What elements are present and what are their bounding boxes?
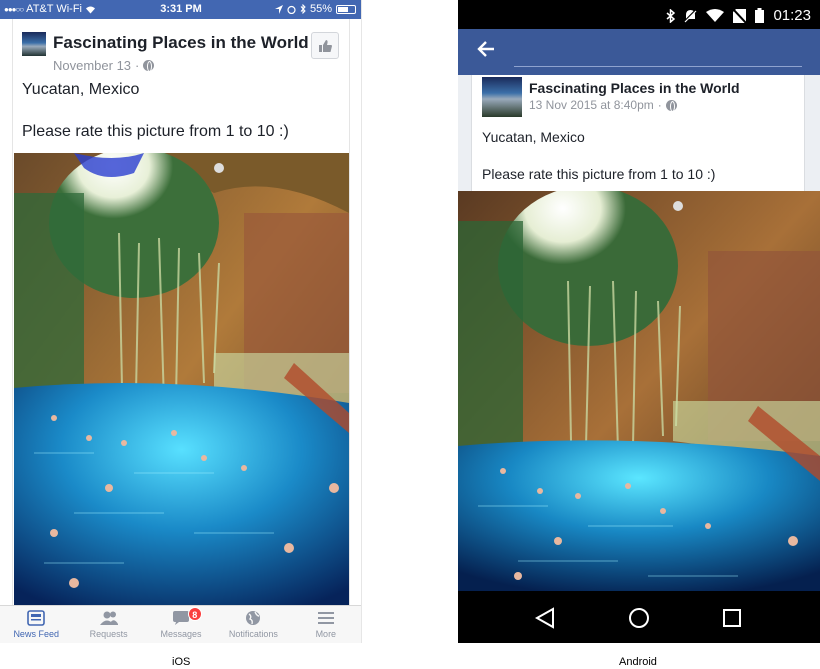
back-arrow-icon xyxy=(477,41,494,57)
tab-notifications[interactable]: Notifications xyxy=(217,606,289,643)
public-globe-icon xyxy=(665,99,677,112)
ios-tab-bar: News Feed Requests 8 Messages Notificati… xyxy=(0,605,361,643)
tab-messages[interactable]: 8 Messages xyxy=(145,606,217,643)
post-text-location: Yucatan, Mexico xyxy=(22,81,140,98)
no-sim-icon xyxy=(733,8,747,23)
notifications-muted-icon xyxy=(684,8,698,23)
page-name-link[interactable]: Fascinating Places in the World xyxy=(53,33,309,53)
page-name-link[interactable]: Fascinating Places in the World xyxy=(529,80,740,96)
location-icon xyxy=(274,4,283,14)
cenote-illustration xyxy=(458,191,820,591)
post-date[interactable]: 13 Nov 2015 at 8:40pm xyxy=(529,98,654,112)
ios-phone: ●●●○○ AT&T Wi-Fi 3:31 PM 55% Fascinating… xyxy=(0,0,362,643)
separator-dot: · xyxy=(657,98,662,112)
back-icon[interactable] xyxy=(534,607,556,629)
ios-status-bar: ●●●○○ AT&T Wi-Fi 3:31 PM 55% xyxy=(0,0,361,19)
search-field-underline[interactable] xyxy=(514,66,802,67)
menu-icon xyxy=(317,612,334,624)
battery-icon xyxy=(336,4,356,14)
post-text-location: Yucatan, Mexico xyxy=(482,129,585,145)
post-card: Fascinating Places in the World November… xyxy=(12,19,350,605)
bluetooth-icon xyxy=(666,8,676,23)
news-feed-icon xyxy=(27,610,46,626)
tab-news-feed[interactable]: News Feed xyxy=(0,606,72,643)
tab-more[interactable]: More xyxy=(290,606,361,643)
battery-icon xyxy=(755,8,765,23)
status-time: 01:23 xyxy=(773,7,811,24)
public-globe-icon xyxy=(143,60,155,72)
page-avatar[interactable] xyxy=(482,77,522,117)
page-avatar[interactable] xyxy=(22,32,46,56)
tab-messages-label: Messages xyxy=(160,629,202,639)
home-icon[interactable] xyxy=(628,607,650,629)
wifi-icon xyxy=(706,9,725,22)
like-page-button[interactable] xyxy=(311,32,339,59)
android-phone: 01:23 Fascinating Places in the World 13… xyxy=(458,0,820,643)
cenote-photo[interactable] xyxy=(14,153,349,605)
battery-percent: 55% xyxy=(309,3,332,15)
android-status-bar: 01:23 xyxy=(458,0,820,29)
post-date[interactable]: November 13 xyxy=(53,58,131,73)
android-nav-bar xyxy=(458,591,820,643)
cenote-photo[interactable] xyxy=(458,191,820,591)
post-text-prompt: Please rate this picture from 1 to 10 :) xyxy=(482,166,716,182)
thumbs-up-icon xyxy=(318,39,332,52)
android-app-bar xyxy=(458,29,820,75)
post-text-prompt: Please rate this picture from 1 to 10 :) xyxy=(22,123,289,140)
android-caption: Android xyxy=(619,656,657,668)
bluetooth-icon xyxy=(300,4,306,14)
tab-requests-label: Requests xyxy=(89,629,128,639)
globe-icon xyxy=(246,611,261,625)
tab-requests[interactable]: Requests xyxy=(72,606,144,643)
cenote-illustration xyxy=(14,153,349,605)
android-feed: Fascinating Places in the World 13 Nov 2… xyxy=(458,75,820,591)
post-card: Fascinating Places in the World 13 Nov 2… xyxy=(471,75,805,191)
messages-badge: 8 xyxy=(187,607,202,621)
tab-more-label: More xyxy=(315,629,337,639)
recents-icon[interactable] xyxy=(721,607,743,629)
back-arrow-button[interactable] xyxy=(476,39,496,64)
ios-caption: iOS xyxy=(172,656,191,668)
tab-notifications-label: Notifications xyxy=(228,629,278,639)
separator-dot: · xyxy=(135,58,140,73)
tab-news-feed-label: News Feed xyxy=(13,629,59,639)
friend-requests-icon xyxy=(99,611,118,625)
alarm-icon xyxy=(287,5,296,14)
